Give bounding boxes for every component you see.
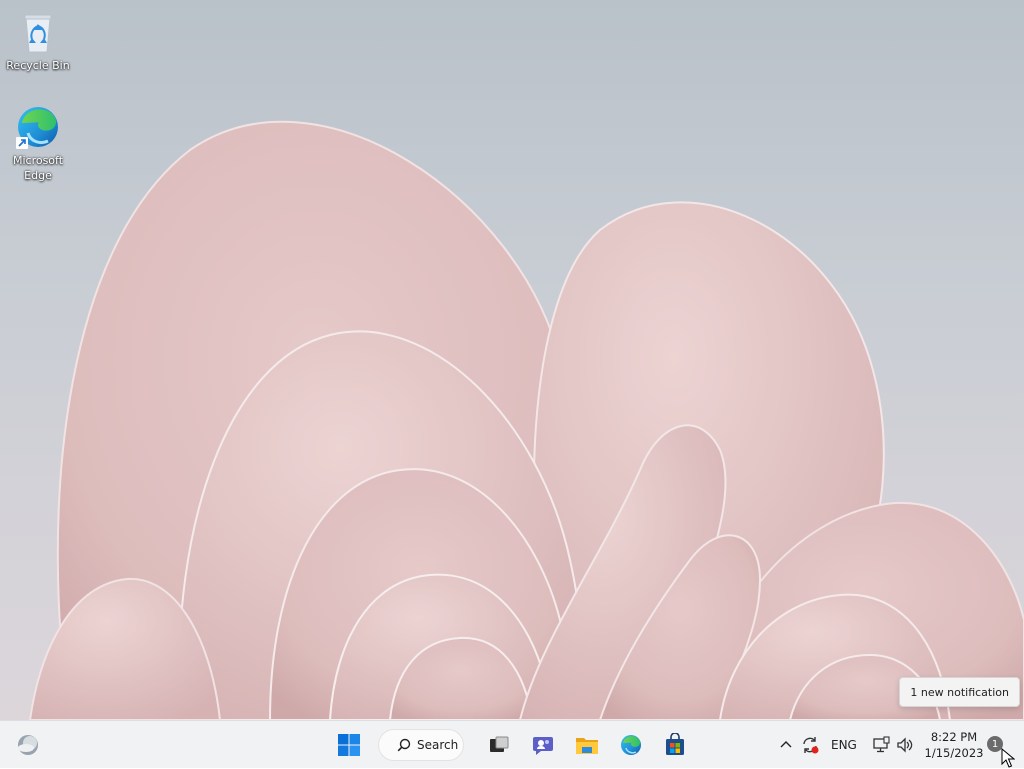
- volume-icon: [897, 737, 913, 753]
- taskbar: Search ENG 8:22 PM 1/15/2023: [0, 720, 1024, 768]
- edge-label: Microsoft Edge: [12, 154, 64, 182]
- task-view-button[interactable]: [481, 727, 517, 763]
- task-view-icon: [490, 736, 509, 752]
- wallpaper-bloom: [28, 120, 1024, 720]
- store-icon: [666, 733, 684, 755]
- desktop[interactable]: Recycle Bin Microsoft Edge 1 new notific…: [0, 0, 1024, 720]
- network-button[interactable]: [870, 727, 892, 763]
- desktop-icon-recycle-bin[interactable]: Recycle Bin: [2, 8, 74, 73]
- show-hidden-icons-button[interactable]: [777, 727, 795, 763]
- edge-taskbar-button[interactable]: [613, 727, 649, 763]
- taskbar-search-box[interactable]: Search: [378, 729, 464, 761]
- clock[interactable]: 8:22 PM 1/15/2023: [922, 727, 986, 763]
- chat-button[interactable]: [525, 727, 561, 763]
- recycle-bin-icon: [24, 14, 52, 53]
- network-icon: [873, 736, 890, 753]
- mouse-cursor-icon: [1001, 748, 1015, 768]
- clock-date: 1/15/2023: [924, 746, 984, 760]
- file-explorer-button[interactable]: [569, 727, 605, 763]
- sync-alert-icon: [803, 737, 819, 754]
- edge-icon: [16, 107, 58, 149]
- update-status-button[interactable]: [798, 727, 822, 763]
- search-icon: [397, 738, 411, 752]
- widgets-button[interactable]: [10, 727, 46, 763]
- edge-icon: [621, 735, 641, 755]
- input-language-indicator[interactable]: ENG: [831, 721, 857, 769]
- desktop-icon-edge[interactable]: Microsoft Edge: [2, 103, 74, 183]
- start-button[interactable]: [331, 727, 367, 763]
- store-button[interactable]: [657, 727, 693, 763]
- volume-button[interactable]: [894, 727, 916, 763]
- language-label: ENG: [831, 738, 857, 752]
- clock-time: 8:22 PM: [930, 730, 978, 744]
- chat-icon: [533, 737, 553, 755]
- recycle-bin-label: Recycle Bin: [6, 59, 70, 72]
- search-label: Search: [417, 738, 459, 752]
- weather-widget-icon: [18, 735, 38, 755]
- chevron-up-icon: [780, 741, 792, 748]
- folder-icon: [576, 738, 598, 754]
- notification-toast[interactable]: 1 new notification: [899, 677, 1020, 707]
- notification-toast-text: 1 new notification: [910, 685, 1009, 699]
- windows-start-icon: [338, 734, 360, 756]
